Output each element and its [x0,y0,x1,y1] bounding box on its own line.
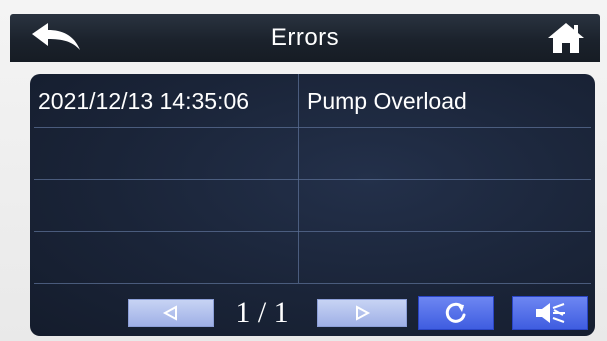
title-bar: Errors [10,14,600,62]
row-divider [34,231,591,232]
speaker-mute-icon [536,303,565,323]
column-divider [298,74,299,283]
refresh-button[interactable] [418,296,494,330]
refresh-icon [445,302,466,323]
home-icon [548,23,584,53]
row-divider [34,179,591,180]
page-indicator: 1 / 1 [235,296,289,329]
error-message: Pump Overload [307,88,467,114]
home-button[interactable] [546,20,586,56]
mute-button[interactable] [512,296,588,330]
triangle-right-icon [356,305,371,321]
prev-page-button[interactable] [128,299,214,327]
row-divider [34,283,591,284]
page-title: Errors [270,24,340,51]
errors-panel: 2021/12/13 14:35:06 Pump Overload 1 / 1 [30,74,595,336]
row-divider [34,127,591,128]
errors-screen: Errors 2021/12/13 14:35:06 Pump Overload [0,0,607,341]
triangle-left-icon [162,305,177,321]
error-datetime: 2021/12/13 14:35:06 [38,88,250,114]
next-page-button[interactable] [317,299,407,327]
